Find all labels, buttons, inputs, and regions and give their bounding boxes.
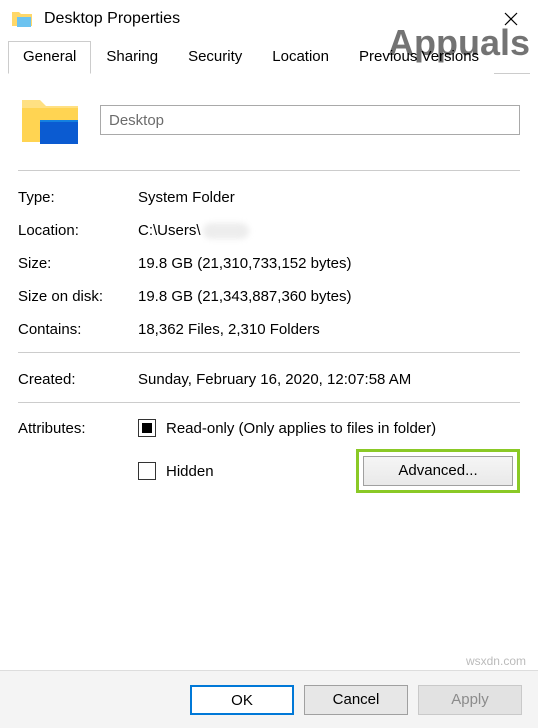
advanced-highlight: Advanced... xyxy=(356,449,520,493)
folder-icon xyxy=(12,10,32,28)
apply-button: Apply xyxy=(418,685,522,715)
sizeondisk-label: Size on disk: xyxy=(18,288,138,305)
tab-security[interactable]: Security xyxy=(173,41,257,74)
divider xyxy=(18,352,520,353)
type-value: System Folder xyxy=(138,189,235,206)
name-input[interactable] xyxy=(100,105,520,135)
tab-previous-versions[interactable]: Previous Versions xyxy=(344,41,494,74)
readonly-checkbox[interactable] xyxy=(138,419,156,437)
dialog-footer: OK Cancel Apply xyxy=(0,670,538,728)
ok-button[interactable]: OK xyxy=(190,685,294,715)
readonly-label: Read-only (Only applies to files in fold… xyxy=(166,420,436,437)
contains-value: 18,362 Files, 2,310 Folders xyxy=(138,321,320,338)
advanced-button[interactable]: Advanced... xyxy=(363,456,513,486)
cancel-button[interactable]: Cancel xyxy=(304,685,408,715)
divider xyxy=(18,170,520,171)
created-label: Created: xyxy=(18,371,138,388)
folder-large-icon xyxy=(20,94,80,146)
window-title: Desktop Properties xyxy=(44,10,488,28)
titlebar: Desktop Properties xyxy=(0,0,538,38)
tab-content-general: Type: System Folder Location: C:\Users\ … xyxy=(0,74,538,493)
sizeondisk-value: 19.8 GB (21,343,887,360 bytes) xyxy=(138,288,351,305)
created-value: Sunday, February 16, 2020, 12:07:58 AM xyxy=(138,371,411,388)
tab-bar: General Sharing Security Location Previo… xyxy=(0,38,538,74)
hidden-checkbox[interactable] xyxy=(138,462,156,480)
close-button[interactable] xyxy=(488,4,534,34)
type-label: Type: xyxy=(18,189,138,206)
tab-general[interactable]: General xyxy=(8,41,91,74)
attributes-label: Attributes: xyxy=(18,420,138,437)
checkbox-indeterminate-icon xyxy=(142,423,152,433)
divider xyxy=(18,402,520,403)
watermark-site: wsxdn.com xyxy=(466,654,526,668)
tab-sharing[interactable]: Sharing xyxy=(91,41,173,74)
hidden-label: Hidden xyxy=(166,463,214,480)
size-value: 19.8 GB (21,310,733,152 bytes) xyxy=(138,255,351,272)
location-value: C:\Users\ xyxy=(138,222,249,239)
size-label: Size: xyxy=(18,255,138,272)
tab-location[interactable]: Location xyxy=(257,41,344,74)
close-icon xyxy=(504,12,518,26)
contains-label: Contains: xyxy=(18,321,138,338)
location-label: Location: xyxy=(18,222,138,239)
properties-dialog: Desktop Properties General Sharing Secur… xyxy=(0,0,538,728)
